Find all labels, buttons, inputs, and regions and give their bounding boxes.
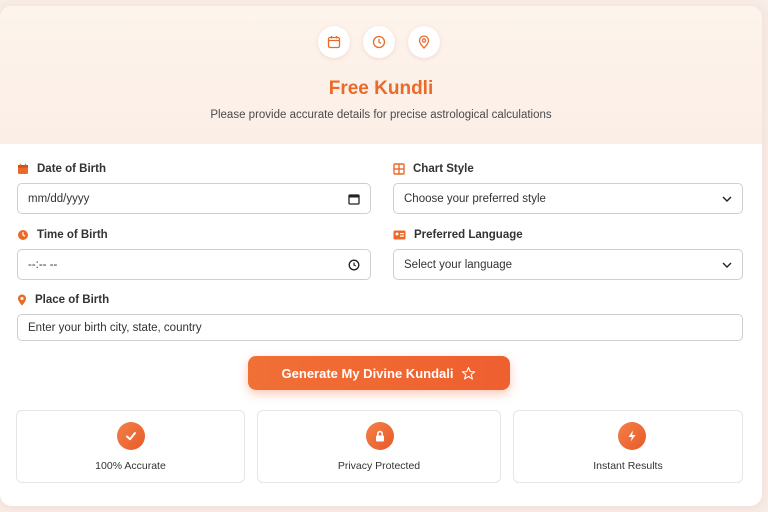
clock-icon (18, 230, 28, 240)
kundli-form-card: Free Kundli Please provide accurate deta… (0, 6, 762, 506)
page-title: Free Kundli (328, 78, 434, 99)
feature-accurate: 100% Accurate (16, 410, 245, 483)
feature-privacy-label: Privacy Protected (337, 460, 421, 472)
header-section: Free Kundli Please provide accurate deta… (0, 6, 762, 144)
chart-style-select[interactable]: Choose your preferred style (393, 183, 743, 214)
feature-accurate-label: 100% Accurate (95, 460, 166, 472)
lock-icon (366, 422, 394, 450)
preferred-language-selected: Select your language (404, 258, 513, 271)
grid-icon (393, 163, 405, 175)
star-icon (462, 366, 476, 380)
map-pin-icon (18, 294, 26, 306)
feature-instant: Instant Results (513, 410, 743, 483)
time-of-birth-placeholder: --:-- -- (28, 258, 58, 271)
place-of-birth-placeholder: Enter your birth city, state, country (28, 321, 202, 334)
chevron-down-icon (722, 262, 732, 268)
feature-instant-label: Instant Results (593, 460, 663, 472)
id-card-icon (393, 230, 406, 240)
place-of-birth-label: Place of Birth (17, 294, 109, 306)
calendar-picker-icon[interactable] (348, 193, 360, 205)
map-pin-icon (408, 26, 440, 58)
chart-style-label: Chart Style (393, 163, 474, 175)
date-of-birth-label: Date of Birth (17, 163, 106, 175)
generate-kundali-button-label: Generate My Divine Kundali (281, 365, 454, 381)
calendar-icon (318, 26, 350, 58)
time-of-birth-input[interactable]: --:-- -- (17, 249, 371, 280)
calendar-icon (18, 163, 28, 174)
chevron-down-icon (722, 196, 732, 202)
place-of-birth-input[interactable]: Enter your birth city, state, country (17, 314, 743, 341)
chart-style-selected: Choose your preferred style (404, 192, 546, 205)
clock-icon (363, 26, 395, 58)
time-of-birth-label-text: Time of Birth (37, 229, 108, 241)
generate-kundali-button[interactable]: Generate My Divine Kundali (248, 356, 510, 390)
date-of-birth-label-text: Date of Birth (37, 163, 106, 175)
feature-privacy: Privacy Protected (257, 410, 501, 483)
chart-style-label-text: Chart Style (413, 163, 474, 175)
preferred-language-label: Preferred Language (393, 229, 523, 241)
time-of-birth-label: Time of Birth (17, 229, 108, 241)
check-icon (117, 422, 145, 450)
preferred-language-select[interactable]: Select your language (393, 249, 743, 280)
preferred-language-label-text: Preferred Language (414, 229, 523, 241)
page-subtitle: Please provide accurate details for prec… (210, 109, 552, 121)
lightning-icon (618, 422, 646, 450)
time-picker-icon[interactable] (348, 259, 360, 271)
date-of-birth-input[interactable]: mm/dd/yyyy (17, 183, 371, 214)
date-of-birth-placeholder: mm/dd/yyyy (28, 192, 90, 205)
place-of-birth-label-text: Place of Birth (35, 294, 110, 306)
